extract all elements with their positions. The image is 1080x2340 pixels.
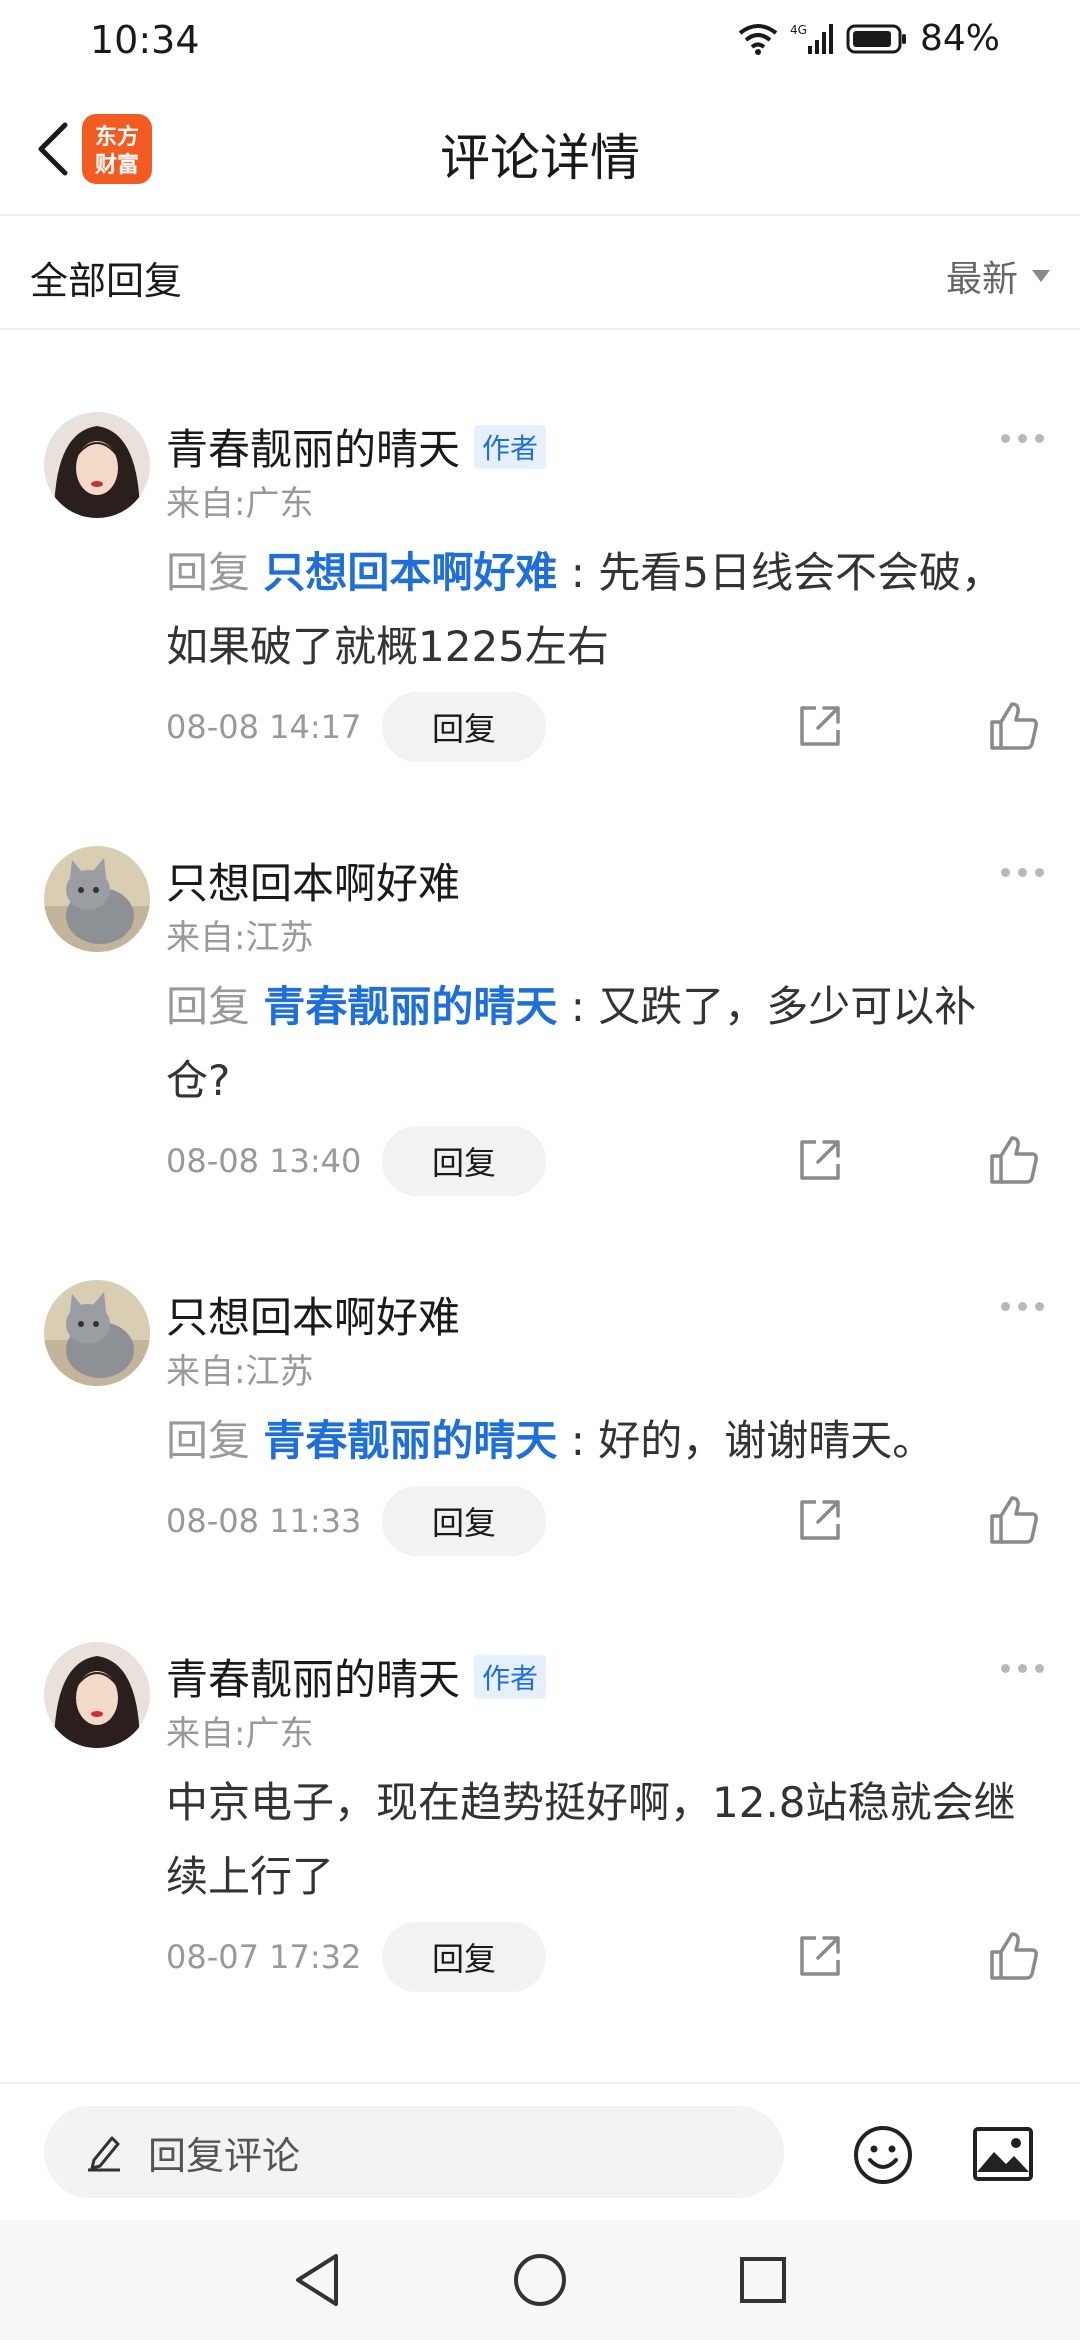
thumbs-up-icon[interactable] (988, 1134, 1040, 1186)
comment-text: 好的，谢谢晴天。 (598, 1416, 935, 1465)
timestamp: 08-08 13:40 (166, 1142, 362, 1180)
location: 来自:江苏 (166, 918, 314, 958)
reply-input-placeholder: 回复评论 (148, 2133, 301, 2178)
more-options-icon[interactable] (1001, 1664, 1044, 1673)
comment-text: 中京电子，现在趋势挺好啊，12.8站稳就会继续上行了 (166, 1778, 1016, 1901)
meta-row: 08-07 17:32 回复 (166, 1922, 546, 1992)
status-bar: 10:34 4G 84% (0, 0, 1080, 84)
mention-link[interactable]: 只想回本啊好难 (263, 548, 557, 597)
avatar-woman-image (44, 1642, 150, 1748)
avatar[interactable] (44, 412, 150, 518)
location: 来自:广东 (166, 1714, 314, 1754)
separator: : (570, 548, 585, 597)
share-icon[interactable] (796, 702, 844, 750)
location: 来自:广东 (166, 484, 314, 524)
comment-item: 青春靓丽的晴天 作者 来自:广东 中京电子，现在趋势挺好啊，12.8站稳就会继续… (0, 1642, 1080, 2072)
reply-prefix: 回复 (166, 548, 251, 597)
battery-icon (846, 24, 906, 53)
username[interactable]: 青春靓丽的晴天 (166, 1646, 460, 1707)
meta-row: 08-08 13:40 回复 (166, 1126, 546, 1196)
header: 东方 财富 评论详情 (0, 84, 1080, 216)
reply-prefix: 回复 (166, 982, 251, 1031)
nav-back-icon[interactable] (292, 2252, 342, 2308)
more-options-icon[interactable] (1001, 1302, 1044, 1311)
avatar-cat-image (44, 846, 150, 952)
timestamp: 08-07 17:32 (166, 1938, 362, 1976)
author-badge: 作者 (474, 1654, 547, 1699)
comment-content: 中京电子，现在趋势挺好啊，12.8站稳就会继续上行了 (166, 1766, 1036, 1914)
reply-button[interactable]: 回复 (382, 692, 546, 762)
status-time: 10:34 (90, 18, 200, 62)
username[interactable]: 只想回本啊好难 (166, 1284, 460, 1345)
image-icon[interactable] (972, 2126, 1034, 2182)
thumbs-up-icon[interactable] (988, 1494, 1040, 1546)
sort-label: 最新 (945, 259, 1018, 300)
avatar-woman-image (44, 412, 150, 518)
comment-item: 只想回本啊好难 来自:江苏 回复 青春靓丽的晴天 : 又跌了，多少可以补仓? 0… (0, 846, 1080, 1276)
more-options-icon[interactable] (1001, 868, 1044, 877)
emoji-icon[interactable] (852, 2124, 914, 2186)
avatar-cat-image (44, 1280, 150, 1386)
thumbs-up-icon[interactable] (988, 1930, 1040, 1982)
wifi-icon (738, 23, 778, 55)
battery-percent: 84% (919, 18, 1000, 59)
filter-row: 全部回复 最新 (0, 216, 1080, 330)
share-icon[interactable] (796, 1496, 844, 1544)
caret-down-icon (1032, 270, 1050, 282)
sort-dropdown[interactable]: 最新 (946, 250, 1050, 302)
user-row: 只想回本啊好难 (166, 850, 460, 911)
avatar[interactable] (44, 1642, 150, 1748)
system-nav-bar (0, 2220, 1080, 2340)
reply-button[interactable]: 回复 (382, 1486, 546, 1556)
user-row: 青春靓丽的晴天 作者 (166, 416, 547, 477)
share-icon[interactable] (796, 1136, 844, 1184)
reply-comment-input[interactable]: 回复评论 (44, 2106, 784, 2198)
comment-item: 青春靓丽的晴天 作者 来自:广东 回复 只想回本啊好难 : 先看5日线会不会破，… (0, 412, 1080, 842)
pencil-icon (88, 2136, 120, 2172)
reply-button[interactable]: 回复 (382, 1922, 546, 1992)
thumbs-up-icon[interactable] (988, 700, 1040, 752)
meta-row: 08-08 14:17 回复 (166, 692, 546, 762)
nav-recents-icon[interactable] (738, 2255, 788, 2305)
comment-content: 回复 青春靓丽的晴天 : 好的，谢谢晴天。 (166, 1404, 1036, 1478)
username[interactable]: 青春靓丽的晴天 (166, 416, 460, 477)
comment-content: 回复 只想回本啊好难 : 先看5日线会不会破，如果破了就概1225左右 (166, 536, 1036, 684)
location: 来自:江苏 (166, 1352, 314, 1392)
username[interactable]: 只想回本啊好难 (166, 850, 460, 911)
avatar[interactable] (44, 1280, 150, 1386)
page-title: 评论详情 (440, 129, 640, 187)
share-icon[interactable] (796, 1932, 844, 1980)
separator: : (570, 982, 585, 1031)
comment-content: 回复 青春靓丽的晴天 : 又跌了，多少可以补仓? (166, 970, 1036, 1118)
reply-prefix: 回复 (166, 1416, 251, 1465)
author-badge: 作者 (474, 424, 547, 469)
mention-link[interactable]: 青春靓丽的晴天 (263, 982, 557, 1031)
signal-icon: 4G (790, 23, 833, 54)
user-row: 青春靓丽的晴天 作者 (166, 1646, 547, 1707)
reply-button[interactable]: 回复 (382, 1126, 546, 1196)
timestamp: 08-08 14:17 (166, 708, 362, 746)
more-options-icon[interactable] (1001, 434, 1044, 443)
timestamp: 08-08 11:33 (166, 1502, 362, 1540)
svg-text:4G: 4G (790, 23, 807, 37)
input-bar: 回复评论 (0, 2082, 1080, 2220)
all-replies-label: 全部回复 (30, 259, 183, 303)
meta-row: 08-08 11:33 回复 (166, 1486, 546, 1556)
nav-home-icon[interactable] (512, 2252, 568, 2308)
separator: : (570, 1416, 585, 1465)
mention-link[interactable]: 青春靓丽的晴天 (263, 1416, 557, 1465)
status-icons: 4G 84% (738, 18, 1000, 59)
avatar[interactable] (44, 846, 150, 952)
user-row: 只想回本啊好难 (166, 1284, 460, 1345)
